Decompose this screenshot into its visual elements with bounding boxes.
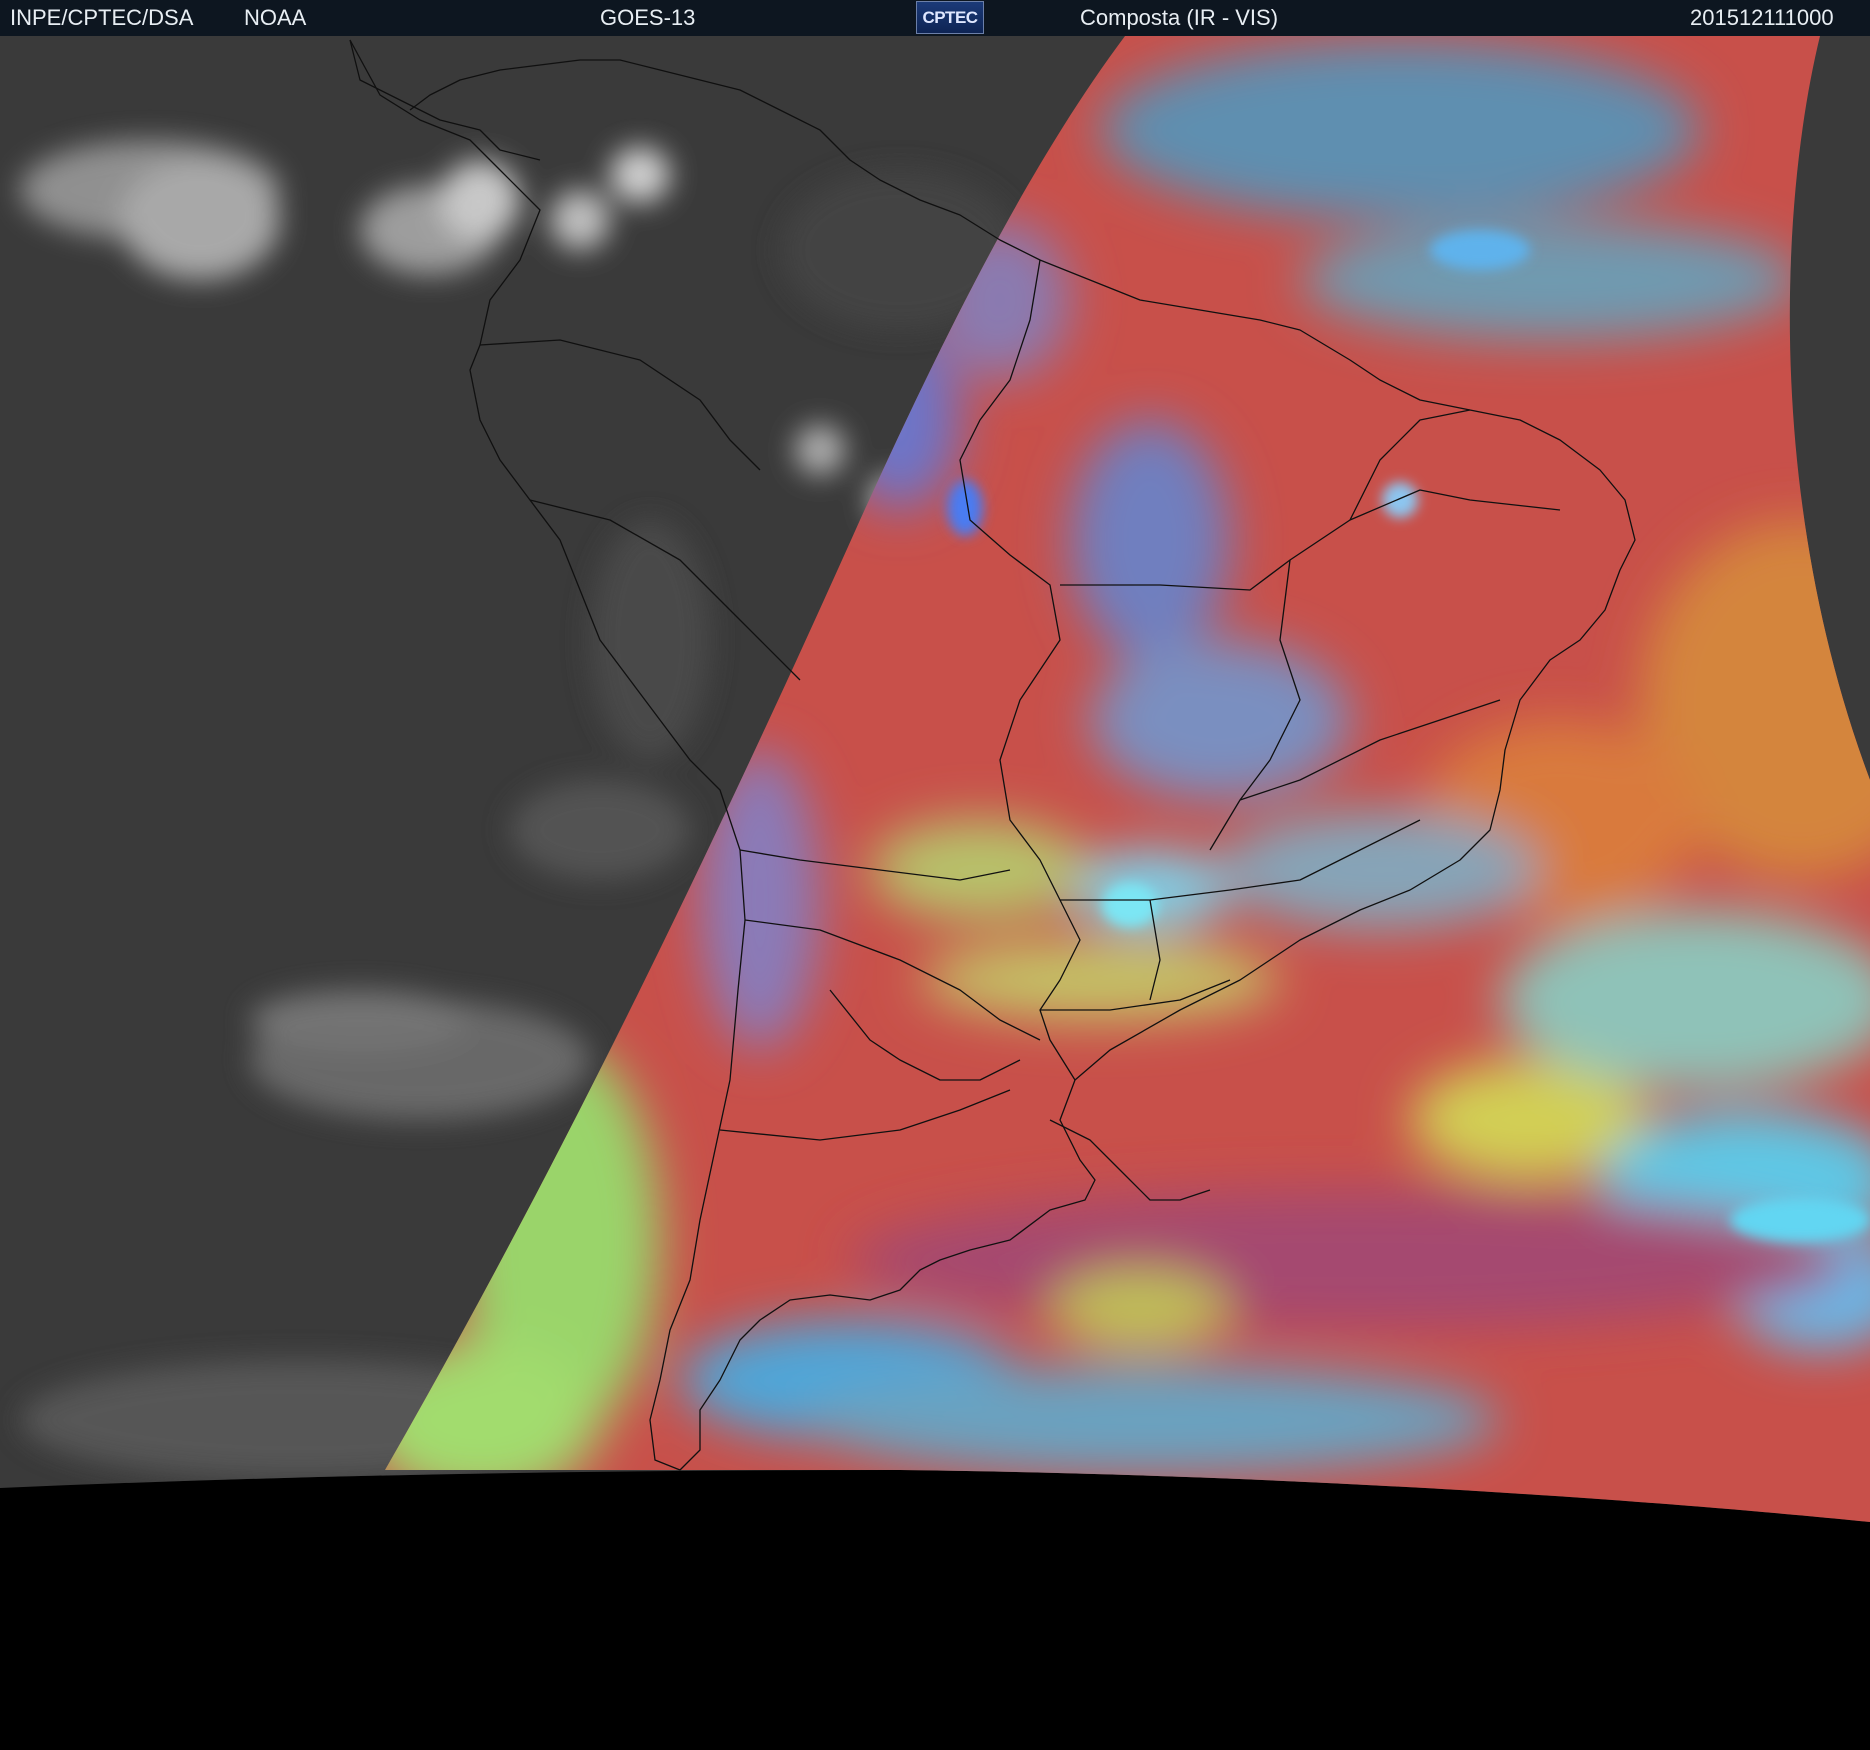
image-header-bar: INPE/CPTEC/DSA NOAA GOES-13 CPTEC Compos… (0, 0, 1870, 36)
satellite-composite-map (0, 36, 1870, 1750)
cptec-logo: CPTEC (916, 1, 984, 34)
satellite-label: GOES-13 (600, 5, 696, 30)
partner-label: NOAA (244, 5, 307, 30)
agency-label: INPE/CPTEC/DSA (10, 5, 194, 30)
timestamp-label: 201512111000 (1690, 5, 1834, 30)
product-label: Composta (IR - VIS) (1080, 5, 1279, 30)
